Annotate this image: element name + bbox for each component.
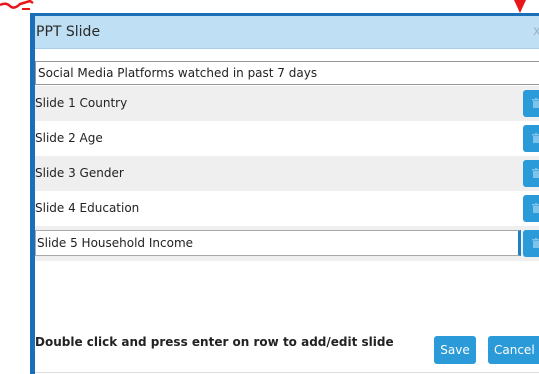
delete-slide-button[interactable]: [523, 230, 539, 257]
red-arrow-icon: [514, 0, 526, 13]
deck-name-input[interactable]: [35, 61, 539, 85]
slide-row-4[interactable]: Slide 4 Education: [35, 191, 539, 226]
delete-slide-button[interactable]: [523, 195, 539, 222]
red-mark-icon: [0, 0, 34, 10]
slide-row-label: Slide 2 Age: [35, 131, 103, 145]
slide-row-1[interactable]: Slide 1 Country: [35, 86, 539, 121]
trash-icon: [532, 133, 539, 143]
slide-row-3[interactable]: Slide 3 Gender: [35, 156, 539, 191]
footer-hint: Double click and press enter on row to a…: [35, 335, 394, 349]
trash-icon: [532, 168, 539, 178]
trash-icon: [532, 98, 539, 108]
trash-icon: [532, 238, 539, 248]
delete-slide-button[interactable]: [523, 90, 539, 117]
slide-row-label: Slide 1 Country: [35, 96, 128, 110]
footer-divider: [35, 372, 539, 373]
screenshot-stage: PPT Slide x Slide 1 Country Slide 2 Age: [0, 0, 539, 374]
delete-slide-button[interactable]: [523, 125, 539, 152]
dialog-titlebar: PPT Slide x: [35, 16, 539, 49]
trash-icon: [532, 203, 539, 213]
dialog-title: PPT Slide: [36, 24, 101, 40]
cancel-button[interactable]: Cancel: [488, 336, 539, 364]
save-button[interactable]: Save: [434, 336, 476, 364]
slide-edit-input[interactable]: [35, 230, 521, 256]
slide-row-2[interactable]: Slide 2 Age: [35, 121, 539, 156]
delete-slide-button[interactable]: [523, 160, 539, 187]
slide-row-5[interactable]: [35, 226, 539, 261]
slide-row-label: Slide 3 Gender: [35, 166, 124, 180]
close-icon[interactable]: x: [533, 25, 539, 39]
slide-row-label: Slide 4 Education: [35, 201, 140, 215]
ppt-slide-dialog: PPT Slide x Slide 1 Country Slide 2 Age: [30, 13, 539, 374]
